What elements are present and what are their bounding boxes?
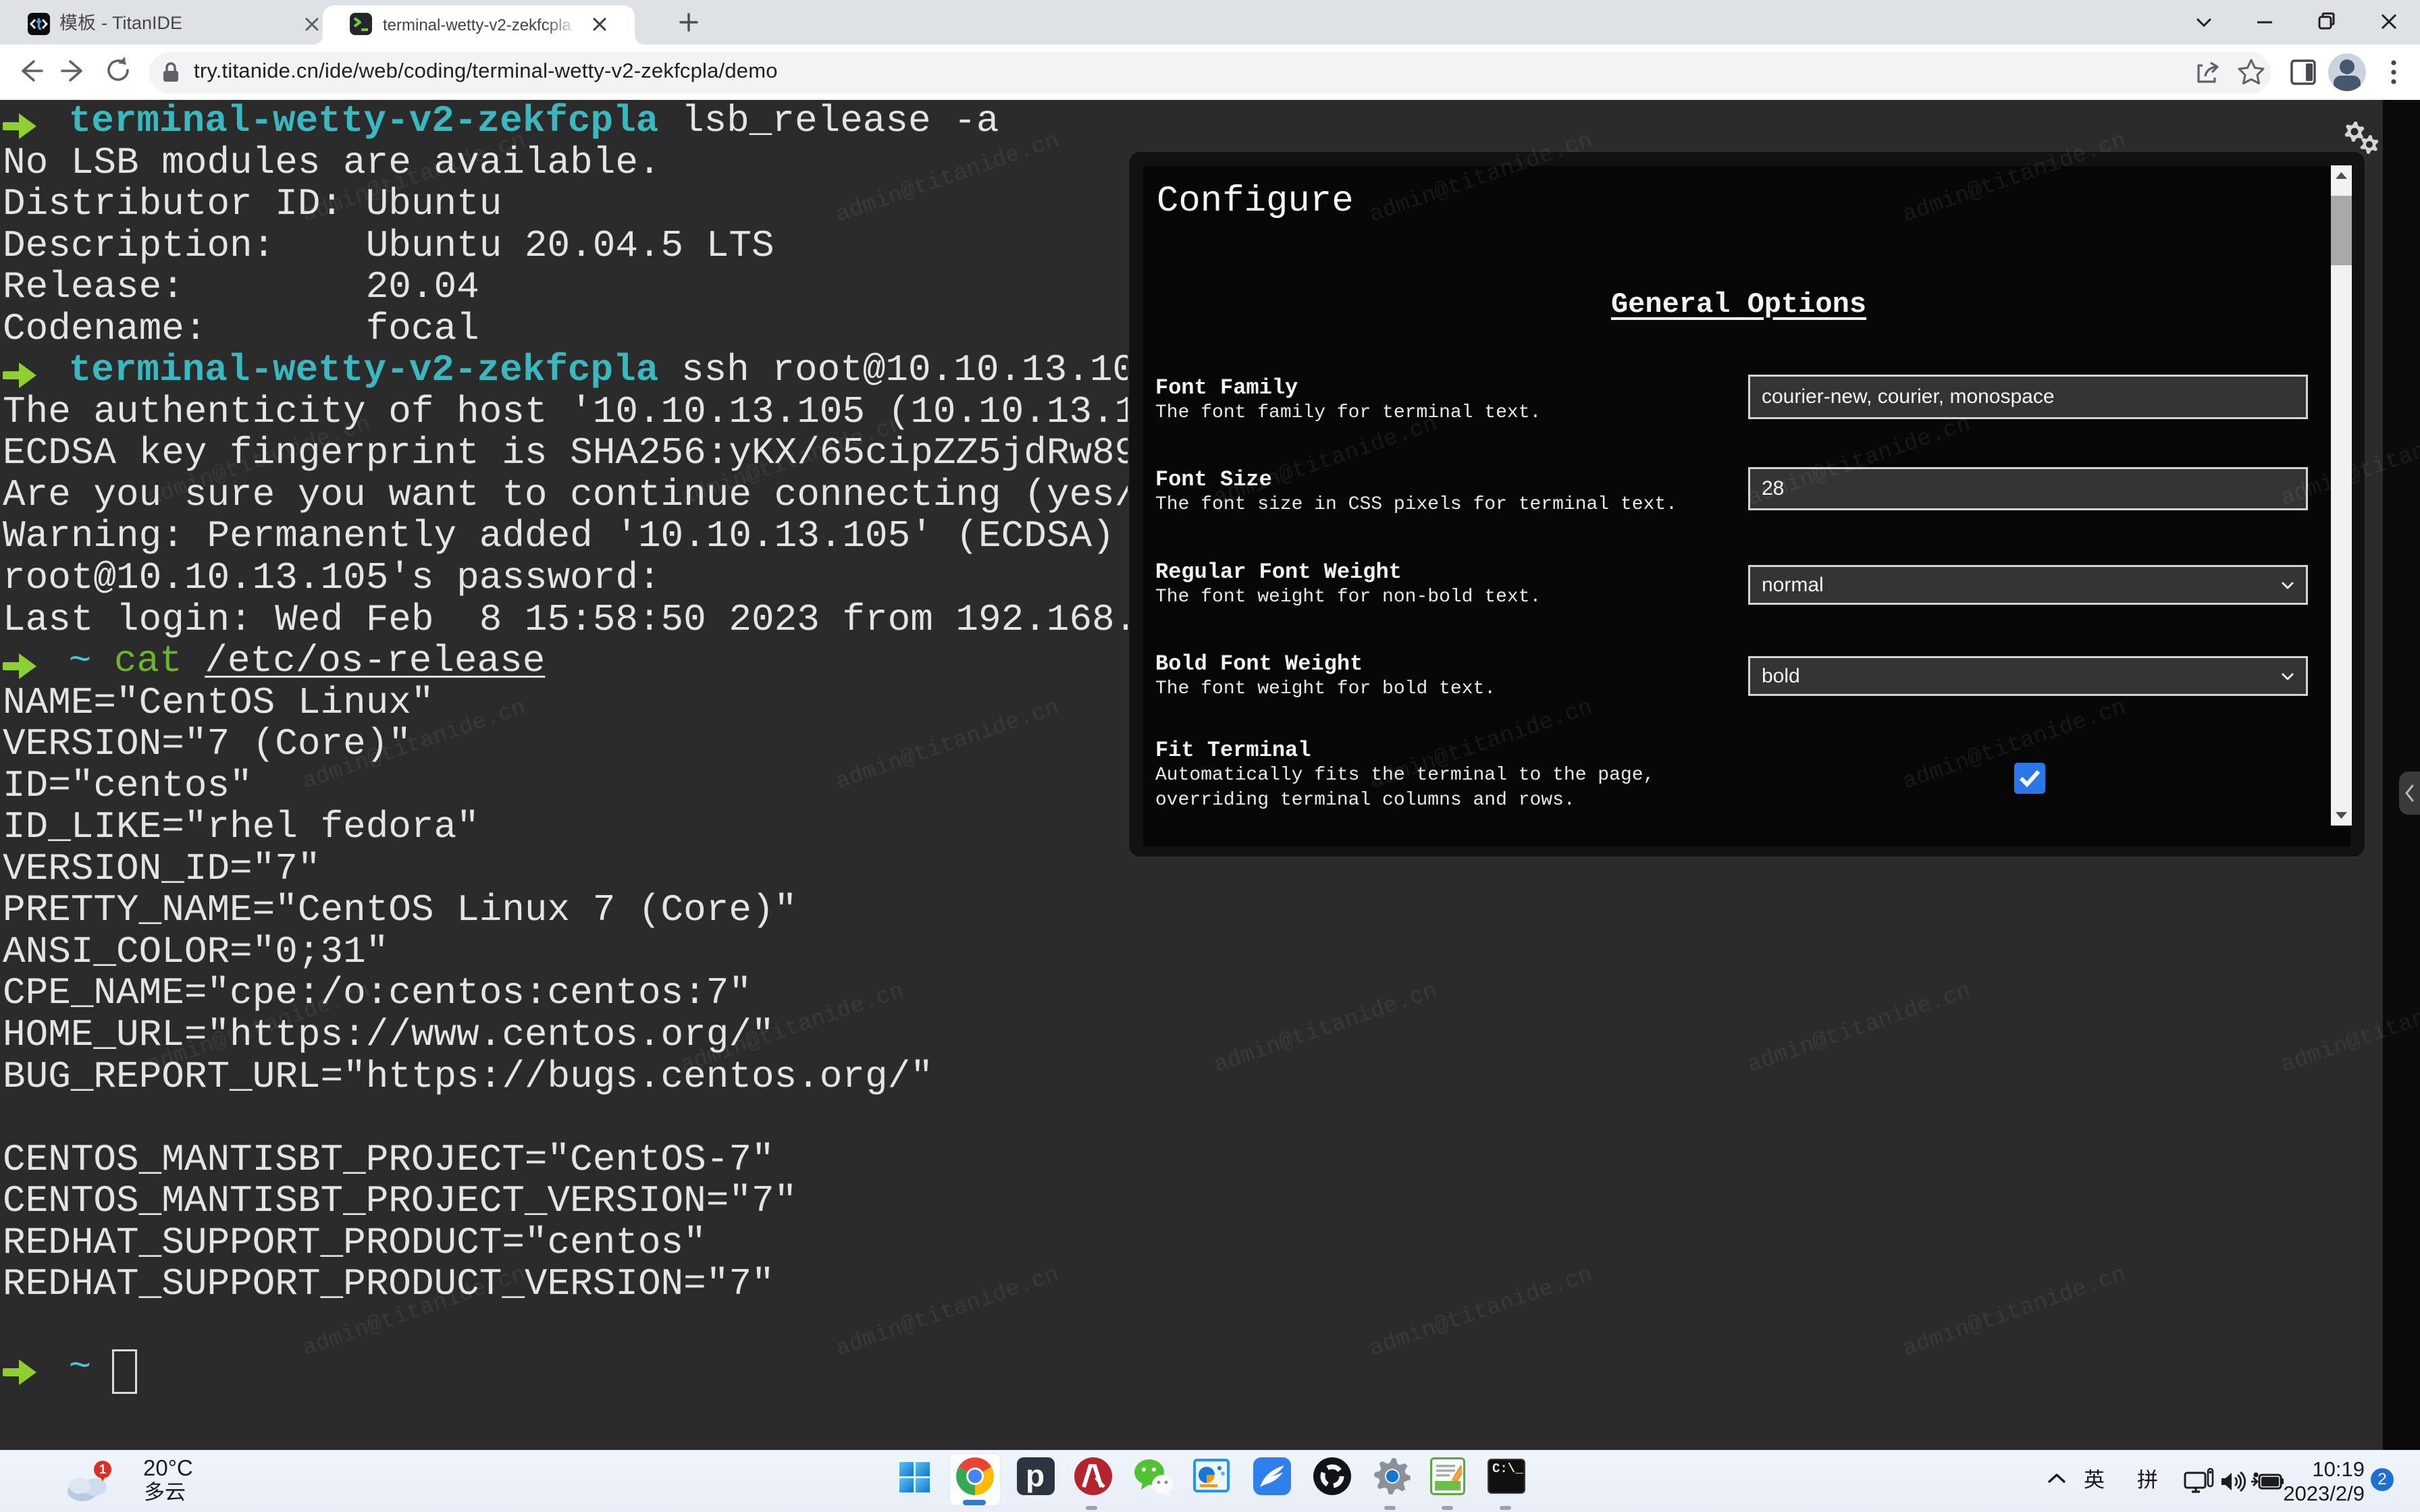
svg-text:1: 1 <box>99 1463 107 1477</box>
